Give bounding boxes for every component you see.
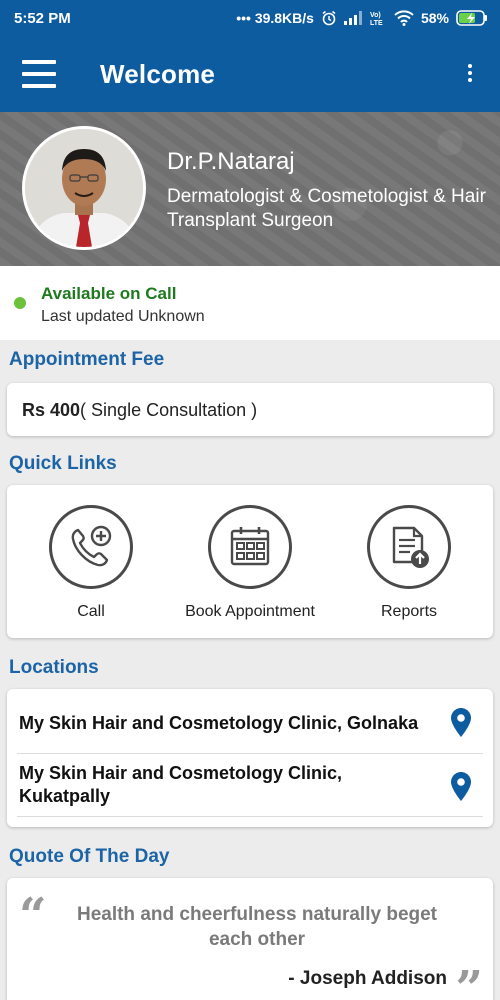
fee-description: ( Single Consultation ) [80, 400, 258, 420]
location-item-golnaka[interactable]: My Skin Hair and Cosmetology Clinic, Gol… [7, 689, 493, 753]
map-pin-icon[interactable] [451, 708, 471, 742]
signal-icon [343, 11, 362, 25]
doctor-profile-header: Dr.P.Nataraj Dermatologist & Cosmetologi… [0, 112, 500, 266]
locations-card: My Skin Hair and Cosmetology Clinic, Gol… [7, 689, 493, 827]
app-bar: Welcome [0, 36, 500, 112]
quote-author: - Joseph Addison [288, 968, 447, 989]
availability-last-updated: Last updated Unknown [41, 308, 205, 325]
calendar-icon [208, 505, 292, 589]
book-appointment-button[interactable]: Book Appointment [170, 505, 330, 621]
locations-title: Locations [9, 657, 99, 678]
status-bar: 5:52 PM ••• 39.8KB/s Vo) LTE 58% [0, 0, 500, 36]
availability-status: Available on Call [41, 284, 177, 303]
battery-percent: 58% [420, 10, 449, 26]
location-divider [17, 816, 483, 817]
fee-amount: Rs 400 [22, 400, 81, 420]
status-time: 5:52 PM [14, 9, 71, 27]
alarm-icon [321, 10, 337, 26]
availability-panel: Available on Call Last updated Unknown [0, 266, 500, 340]
app-title: Welcome [100, 59, 216, 89]
book-appointment-label: Book Appointment [185, 603, 315, 620]
doctor-name: Dr.P.Nataraj [167, 148, 295, 175]
status-indicators: ••• 39.8KB/s Vo) LTE 58% [236, 9, 488, 27]
map-pin-icon[interactable] [451, 772, 471, 806]
location-item-kukatpally[interactable]: My Skin Hair and Cosmetology Clinic, Kuk… [7, 754, 493, 816]
open-quote-icon: “ [19, 888, 47, 944]
appointment-fee-title: Appointment Fee [9, 349, 165, 370]
doctor-specialty: Dermatologist & Cosmetologist & Hair Tra… [167, 186, 486, 231]
reports-label: Reports [380, 603, 438, 620]
location-name: My Skin Hair and Cosmetology Clinic, Gol… [19, 713, 419, 733]
fee-line: Rs 400( Single Consultation ) [22, 400, 257, 421]
close-quote-icon: ” [455, 961, 483, 1000]
volte-icon: Vo) LTE [369, 9, 387, 27]
reports-button[interactable]: Reports [329, 505, 489, 621]
phone-plus-icon [49, 505, 133, 589]
battery-charging-icon [456, 10, 488, 26]
location-name: My Skin Hair and Cosmetology Clinic, Kuk… [19, 763, 343, 806]
svg-text:LTE: LTE [370, 20, 383, 27]
more-vertical-icon[interactable] [466, 64, 474, 86]
document-upload-icon [367, 505, 451, 589]
quick-links-title: Quick Links [9, 453, 117, 474]
quick-links-card: Call Book Appointment Reports [7, 485, 493, 638]
wifi-icon [394, 10, 414, 26]
doctor-avatar [22, 126, 146, 250]
quote-text: Health and cheerfulness naturally beget … [76, 904, 438, 950]
svg-text:Vo): Vo) [370, 12, 381, 19]
hamburger-menu-icon[interactable] [22, 60, 56, 88]
appointment-fee-card: Rs 400( Single Consultation ) [7, 383, 493, 436]
quote-card: “ Health and cheerfulness naturally bege… [7, 878, 493, 1000]
network-speed: ••• 39.8KB/s [236, 10, 314, 26]
call-label: Call [77, 603, 105, 620]
call-button[interactable]: Call [11, 505, 171, 621]
quote-title: Quote Of The Day [9, 846, 170, 867]
availability-status-dot [14, 297, 26, 309]
